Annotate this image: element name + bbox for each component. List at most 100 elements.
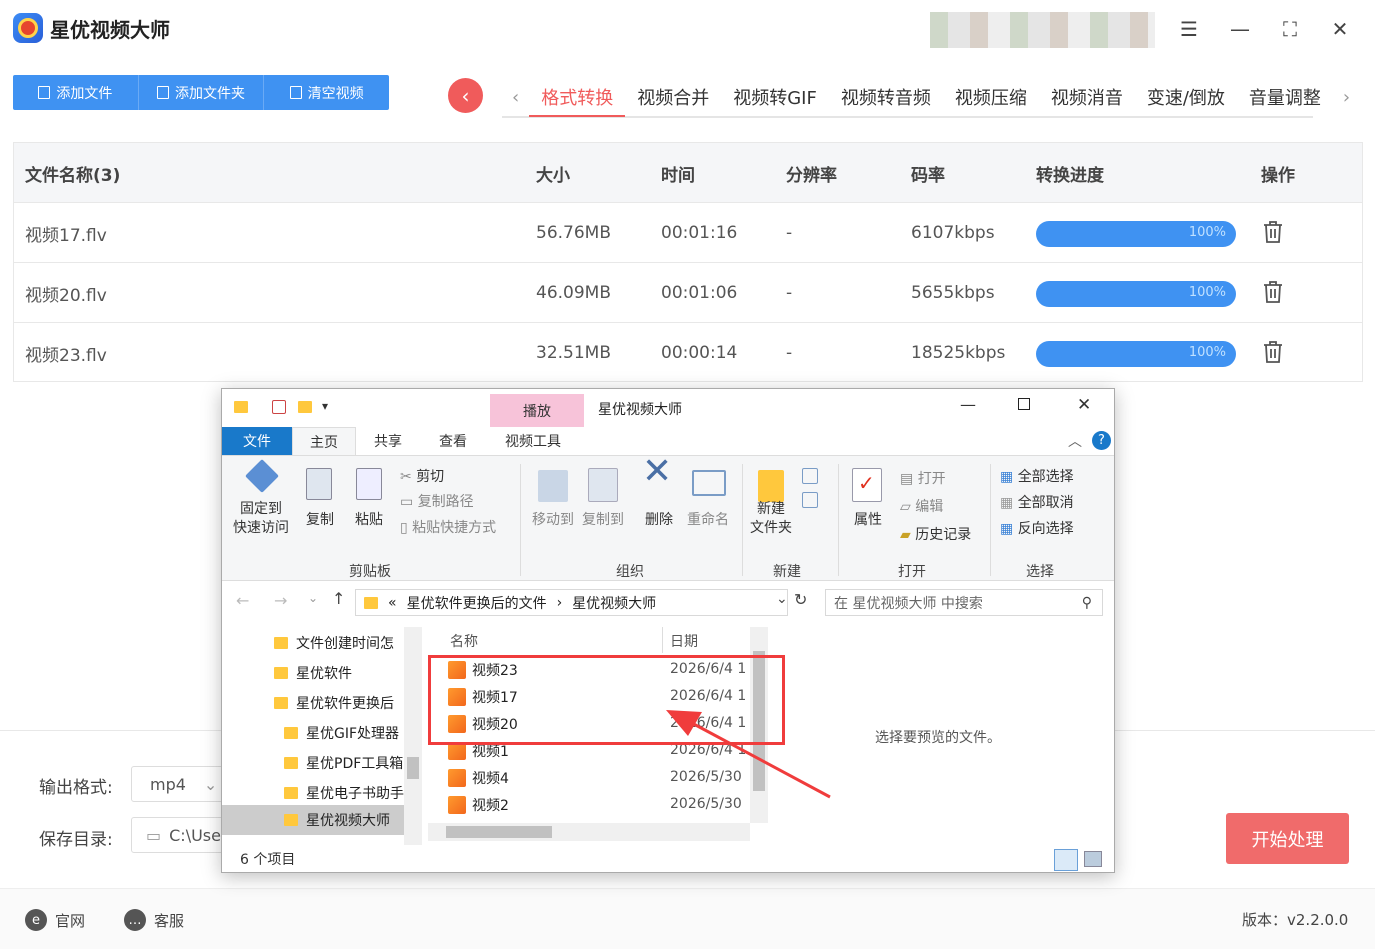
nav-scrollbar[interactable] (404, 627, 422, 845)
tab-volume-adjust[interactable]: 音量调整 (1237, 78, 1333, 116)
tab-video-mute[interactable]: 视频消音 (1039, 78, 1135, 116)
play-context-tab[interactable]: 播放 (490, 394, 584, 427)
tab-video-compress[interactable]: 视频压缩 (943, 78, 1039, 116)
paste-shortcut-button[interactable]: ▯ 粘贴快捷方式 (400, 519, 496, 538)
tab-file[interactable]: 文件 (222, 427, 292, 455)
delete-trash-icon[interactable] (1262, 280, 1284, 304)
user-avatar[interactable] (930, 12, 1155, 48)
app-title: 星优视频大师 (50, 18, 170, 42)
close-icon[interactable]: ✕ (1327, 16, 1353, 42)
large-icons-view-icon[interactable] (1084, 851, 1102, 867)
recent-dropdown-icon[interactable]: ⌄ (308, 591, 318, 605)
table-row[interactable]: 视频23.flv 32.51MB 00:00:14 - 18525kbps 10… (14, 323, 1362, 383)
select-none-button[interactable]: ▦ 全部取消 (1000, 494, 1074, 513)
move-to-button[interactable]: 移动到 (527, 511, 579, 530)
breadcrumb-current[interactable]: 星优视频大师 (572, 593, 656, 613)
tab-view[interactable]: 查看 (420, 427, 486, 455)
nav-item[interactable]: 星优GIF处理器 (284, 723, 404, 743)
address-dropdown-icon[interactable]: ⌄ (776, 591, 788, 607)
properties-button[interactable]: 属性 (848, 511, 888, 530)
nav-item-selected[interactable]: 星优视频大师 (222, 805, 404, 835)
quick-access-dropdown-icon[interactable]: ▾ (322, 399, 328, 413)
paste-button[interactable]: 粘贴 (349, 511, 389, 530)
file-item[interactable]: 视频2 (448, 795, 509, 815)
tab-video-tools[interactable]: 视频工具 (486, 427, 580, 455)
progress-bar: 100% (1036, 341, 1236, 367)
nav-item[interactable]: 星优软件 (274, 663, 404, 683)
delete-button[interactable]: 删除 (642, 511, 676, 530)
nav-item[interactable]: 星优软件更换后 (274, 693, 404, 713)
save-dir-input[interactable]: ▭ C:\Use (131, 817, 231, 853)
tab-video-to-gif[interactable]: 视频转GIF (721, 78, 829, 116)
tab-speed-reverse[interactable]: 变速/倒放 (1135, 78, 1237, 116)
open-button[interactable]: ▤ 打开 (900, 470, 946, 489)
cut-button[interactable]: ✂ 剪切 (400, 468, 444, 487)
tabs-scroll-left-icon[interactable]: ‹ (502, 87, 529, 108)
progress-bar: 100% (1036, 221, 1236, 247)
minimize-icon[interactable]: — (1227, 16, 1253, 42)
delete-trash-icon[interactable] (1262, 340, 1284, 364)
file-table: 文件名称(3) 大小 时间 分辨率 码率 转换进度 操作 视频17.flv 56… (13, 142, 1363, 382)
official-site-link[interactable]: e 官网 (25, 909, 85, 931)
details-view-icon[interactable] (1054, 849, 1078, 871)
tab-format-convert[interactable]: 格式转换 (529, 79, 626, 117)
file-item[interactable]: 视频4 (448, 768, 509, 788)
edit-button[interactable]: ▱ 编辑 (900, 498, 943, 517)
new-folder-icon[interactable] (298, 401, 312, 413)
file-size: 46.09MB (536, 283, 611, 303)
tabs-scroll-right-icon[interactable]: › (1333, 87, 1360, 108)
maximize-icon[interactable] (1018, 398, 1030, 410)
rename-button[interactable]: 重命名 (684, 511, 732, 530)
col-header-date[interactable]: 日期 (670, 631, 698, 651)
tab-share[interactable]: 共享 (356, 427, 420, 455)
new-item-icon[interactable] (802, 468, 818, 484)
add-folder-button[interactable]: 添加文件夹 (139, 75, 265, 110)
nav-item[interactable]: 星优PDF工具箱 (284, 753, 404, 773)
collapse-ribbon-icon[interactable]: ︿ (1068, 431, 1082, 451)
copy-button[interactable]: 复制 (300, 511, 340, 530)
table-row[interactable]: 视频20.flv 46.09MB 00:01:06 - 5655kbps 100… (14, 263, 1362, 323)
col-header-name[interactable]: 名称 (450, 631, 478, 651)
tab-home[interactable]: 主页 (292, 427, 356, 455)
table-header: 文件名称(3) 大小 时间 分辨率 码率 转换进度 操作 (14, 143, 1362, 203)
back-arrow-icon[interactable]: ← (236, 591, 249, 610)
trash-icon (289, 86, 302, 99)
select-all-button[interactable]: ▦ 全部选择 (1000, 468, 1074, 487)
maximize-icon[interactable]: ⛶ (1277, 16, 1303, 42)
add-file-button[interactable]: 添加文件 (13, 75, 139, 110)
address-input[interactable]: « 星优软件更换后的文件 › 星优视频大师 (355, 589, 788, 616)
output-format-select[interactable]: mp4 ⌄ (131, 766, 231, 802)
file-size: 32.51MB (536, 343, 611, 363)
refresh-icon[interactable]: ↻ (794, 590, 807, 609)
forward-arrow-icon[interactable]: → (274, 591, 287, 610)
new-folder-button[interactable]: 新建 文件夹 (746, 500, 796, 538)
address-bar-row: ← → ⌄ ↑ « 星优软件更换后的文件 › 星优视频大师 ⌄ ↻ 在 星优视频… (222, 581, 1114, 625)
invert-selection-button[interactable]: ▦ 反向选择 (1000, 520, 1074, 539)
settings-sliders-icon[interactable]: ☰ (1176, 16, 1202, 42)
easy-access-icon[interactable] (802, 492, 818, 508)
nav-item[interactable]: 文件创建时间怎 (274, 633, 404, 653)
app-logo (13, 13, 43, 43)
copy-path-button[interactable]: ▭ 复制路径 (400, 493, 474, 512)
tab-video-to-audio[interactable]: 视频转音频 (829, 78, 943, 116)
help-icon[interactable]: ? (1092, 431, 1111, 450)
table-row[interactable]: 视频17.flv 56.76MB 00:01:16 - 6107kbps 100… (14, 203, 1362, 263)
delete-trash-icon[interactable] (1262, 220, 1284, 244)
breadcrumb-parent[interactable]: 星优软件更换后的文件 (407, 593, 547, 613)
minimize-icon[interactable]: — (960, 395, 976, 414)
clear-videos-button[interactable]: 清空视频 (264, 75, 389, 110)
tab-video-merge[interactable]: 视频合并 (625, 78, 721, 116)
start-process-button[interactable]: 开始处理 (1226, 813, 1349, 864)
search-input[interactable]: 在 星优视频大师 中搜索 ⚲ (825, 589, 1103, 616)
pin-quick-access-button[interactable]: 固定到 快速访问 (228, 500, 294, 538)
close-icon[interactable]: ✕ (1077, 395, 1091, 415)
back-button[interactable]: ‹ (448, 78, 483, 113)
up-arrow-icon[interactable]: ↑ (332, 589, 345, 608)
copy-to-button[interactable]: 复制到 (577, 511, 629, 530)
history-button[interactable]: ▰ 历史记录 (900, 526, 971, 545)
file-hscrollbar[interactable] (428, 823, 750, 841)
nav-item[interactable]: 星优电子书助手 (284, 783, 404, 803)
folder-icon (284, 787, 298, 799)
properties-check-icon[interactable] (272, 400, 286, 414)
customer-service-link[interactable]: … 客服 (124, 909, 184, 931)
